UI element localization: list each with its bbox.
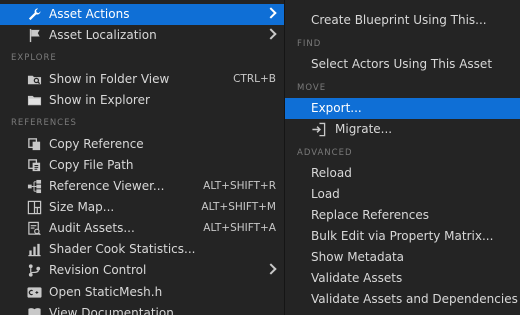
menu-item-label: Replace References [311,208,429,222]
menu-item-reload[interactable]: Reload [285,163,520,184]
menu-item-label: Open StaticMesh.h [49,285,163,299]
menu-item-copy-reference[interactable]: Copy Reference [0,134,284,155]
migrate-icon [311,122,326,137]
menu-item-audit-assets[interactable]: Audit Assets... ALT+SHIFT+A [0,218,284,239]
menu-item-select-actors[interactable]: Select Actors Using This Asset [285,54,520,75]
menu-item-label: Reference Viewer... [49,179,165,193]
menu-item-validate-assets[interactable]: Validate Assets [285,268,520,289]
menu-item-replace-references[interactable]: Replace References [285,205,520,226]
menu-item-label: Shader Cook Statistics... [49,242,196,256]
menu-item-label: Show in Folder View [49,72,170,86]
menu-item-export[interactable]: Export... [285,98,520,119]
menu-item-asset-localization[interactable]: Asset Localization [0,25,284,46]
menu-item-copy-file-path[interactable]: Copy File Path [0,155,284,176]
folder-search-icon [27,72,42,87]
menu-item-label: Export... [311,101,362,115]
statistics-icon [27,242,42,257]
flag-icon [27,28,42,43]
menu-item-show-in-explorer[interactable]: Show in Explorer [0,90,284,111]
menu-item-shader-cook-statistics[interactable]: Shader Cook Statistics... [0,239,284,260]
section-header-references: REFERENCES [11,118,77,128]
menu-item-asset-actions[interactable]: Asset Actions [0,4,284,25]
menu-item-label: Revision Control [49,263,147,277]
menu-item-label: Bulk Edit via Property Matrix... [311,229,494,243]
menu-item-label: Validate Assets and Dependencies [311,292,518,306]
context-menu-screen: Asset Actions Asset Localization EXPLORE… [0,0,520,315]
section-header-explore: EXPLORE [11,53,57,63]
menu-item-show-in-folder-view[interactable]: Show in Folder View CTRL+B [0,69,284,90]
menu-item-load[interactable]: Load [285,184,520,205]
menu-item-label: Load [311,187,340,201]
menu-item-label: Asset Actions [49,7,130,21]
chevron-right-icon [265,28,277,40]
shortcut-label: ALT+SHIFT+R [203,180,276,192]
section-header-move: MOVE [297,83,327,93]
chevron-right-icon [265,263,277,275]
menu-item-label: View Documentation [49,306,174,315]
menu-item-label: Size Map... [49,200,115,214]
menu-item-reference-viewer[interactable]: Reference Viewer... ALT+SHIFT+R [0,176,284,197]
menu-item-label: Audit Assets... [49,221,135,235]
asset-actions-submenu: Create Blueprint Using This... FIND Sele… [284,0,520,315]
menu-item-label: Copy File Path [49,158,134,172]
menu-item-show-metadata[interactable]: Show Metadata [285,247,520,268]
menu-item-label: Asset Localization [49,28,157,42]
menu-item-label: Create Blueprint Using This... [311,13,487,27]
menu-item-label: Reload [311,166,352,180]
section-header-advanced: ADVANCED [297,148,353,158]
documentation-icon [27,306,42,315]
wrench-icon [27,7,42,22]
shortcut-label: CTRL+B [233,73,276,85]
menu-item-label: Validate Assets [311,271,403,285]
reference-viewer-icon [27,179,42,194]
menu-item-label: Show Metadata [311,250,405,264]
menu-item-create-blueprint[interactable]: Create Blueprint Using This... [285,10,520,31]
menu-item-validate-assets-dependencies[interactable]: Validate Assets and Dependencies [285,289,520,310]
shortcut-label: ALT+SHIFT+M [201,201,276,213]
menu-item-migrate[interactable]: Migrate... [285,119,520,140]
menu-item-label: Copy Reference [49,137,144,151]
menu-item-view-documentation[interactable]: View Documentation [0,303,284,315]
file-path-icon [27,158,42,173]
cpp-file-icon [27,285,42,300]
copy-icon [27,137,42,152]
audit-icon [27,221,42,236]
chevron-right-icon [265,7,277,19]
revision-control-icon [27,263,42,278]
menu-item-label: Show in Explorer [49,93,150,107]
size-map-icon [27,200,42,215]
menu-item-open-staticmesh-h[interactable]: Open StaticMesh.h [0,282,284,303]
menu-item-label: Migrate... [335,122,393,136]
menu-item-size-map[interactable]: Size Map... ALT+SHIFT+M [0,197,284,218]
shortcut-label: ALT+SHIFT+A [203,222,276,234]
folder-icon [27,93,42,108]
asset-context-menu: Asset Actions Asset Localization EXPLORE… [0,0,284,315]
menu-item-label: Select Actors Using This Asset [311,57,493,71]
menu-item-bulk-edit[interactable]: Bulk Edit via Property Matrix... [285,226,520,247]
menu-item-revision-control[interactable]: Revision Control [0,260,284,281]
section-header-find: FIND [297,39,322,49]
